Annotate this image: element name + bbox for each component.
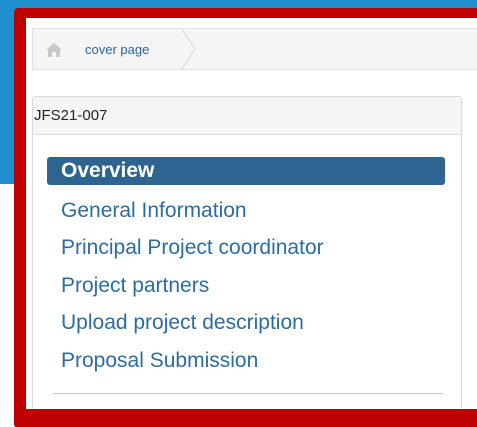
screenshot-stage: cover page JFS21-007 Overview General In… [0, 0, 477, 427]
breadcrumb-chevron-icon [179, 27, 209, 71]
sidebar-header: JFS21-007 [33, 97, 461, 135]
home-icon[interactable] [45, 41, 63, 59]
sidebar-item-overview[interactable]: Overview [47, 157, 445, 185]
sidebar-item-proposal-submission[interactable]: Proposal Submission [47, 347, 445, 375]
sidebar-panel: JFS21-007 Overview General Information P… [32, 96, 462, 409]
project-id-title: JFS21-007 [34, 107, 108, 124]
sidebar-divider [53, 393, 443, 394]
sidebar-item-upload-project-description[interactable]: Upload project description [47, 309, 445, 337]
breadcrumb: cover page [32, 27, 477, 71]
sidebar-item-principal-project-coordinator[interactable]: Principal Project coordinator [47, 234, 445, 262]
breadcrumb-cover-page-link[interactable]: cover page [85, 42, 149, 58]
sidebar-item-project-partners[interactable]: Project partners [47, 272, 445, 300]
sidebar-item-general-information[interactable]: General Information [47, 197, 445, 225]
content-panel: cover page JFS21-007 Overview General In… [26, 18, 477, 409]
